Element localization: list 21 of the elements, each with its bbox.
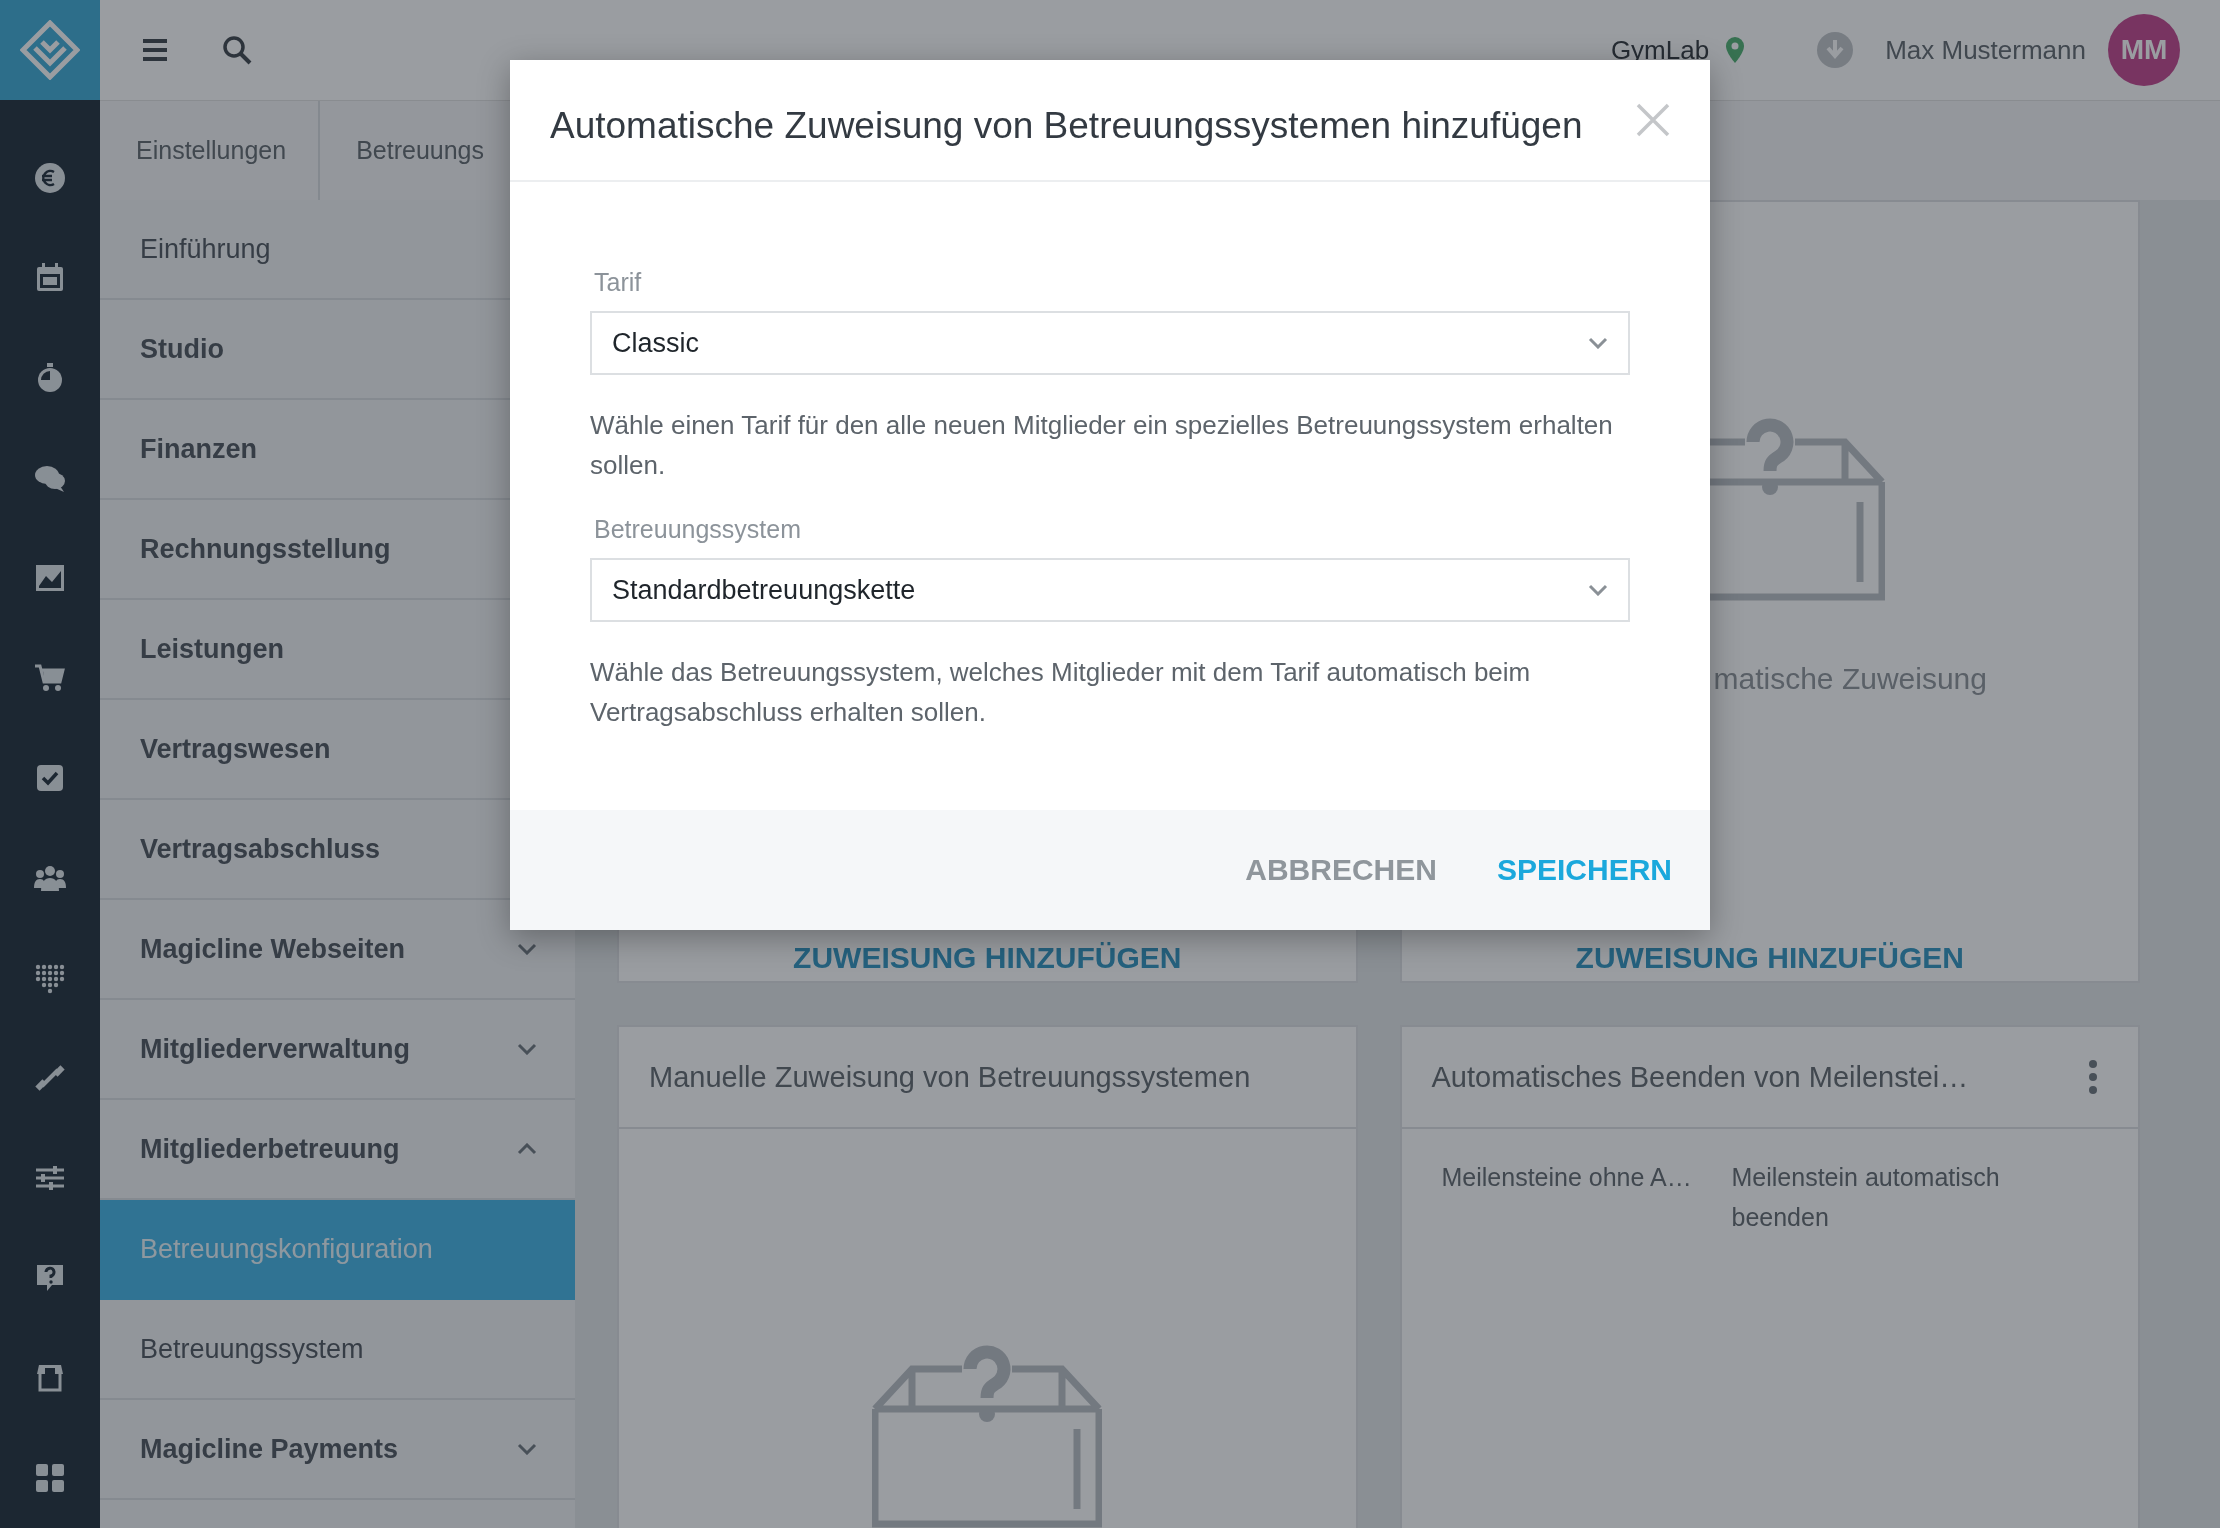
add-assignment-button[interactable]: ZUWEISUNG HINZUFÜGEN (1567, 937, 1972, 979)
user-avatar[interactable]: MM (2108, 14, 2180, 86)
dialog-title: Automatische Zuweisung von Betreuungssystemen hinzufügen (550, 105, 1583, 147)
select-field[interactable]: Standardbetreuungskette (590, 558, 1630, 622)
field-hint: Wähle einen Tarif für den alle neuen Mitglieder ein spezielles Betreuungssystem erhalten sollen. (590, 409, 1614, 482)
select-field[interactable]: Classic (590, 311, 1630, 375)
user-name[interactable]: Max Mustermann (1885, 34, 2086, 66)
add-assignment-button[interactable]: ZUWEISUNG HINZUFÜGEN (785, 937, 1190, 979)
field-hint: Wähle das Betreuungssystem, welches Mitglieder mit dem Tarif automatisch beim Vertragsabschluss erhalten sollen. (590, 656, 1532, 729)
column-header: Meilenstein automatisch beenden (1731, 1162, 2001, 1233)
card-title: Automatisches Beenden von Meilenstei… (1431, 1060, 1969, 1094)
field-label: Tarif (594, 268, 643, 297)
column-header: Meilensteine ohne A… (1441, 1162, 1693, 1193)
sidebar-item[interactable]: Magicline Payments (100, 1400, 575, 1500)
card-title: Manuelle Zuweisung von Betreuungssystemen (649, 1060, 1251, 1094)
cancel-button[interactable]: ABBRECHEN (1235, 845, 1447, 895)
save-button[interactable]: SPEICHERN (1486, 845, 1682, 895)
sidebar-item[interactable]: Betreuungssystem (100, 1300, 575, 1400)
empty-state-text: matische Zuweisung (1713, 662, 1987, 696)
sidebar-item[interactable]: Mitgliederverwaltung (100, 1000, 575, 1100)
field-label: Betreuungssystem (594, 515, 803, 544)
